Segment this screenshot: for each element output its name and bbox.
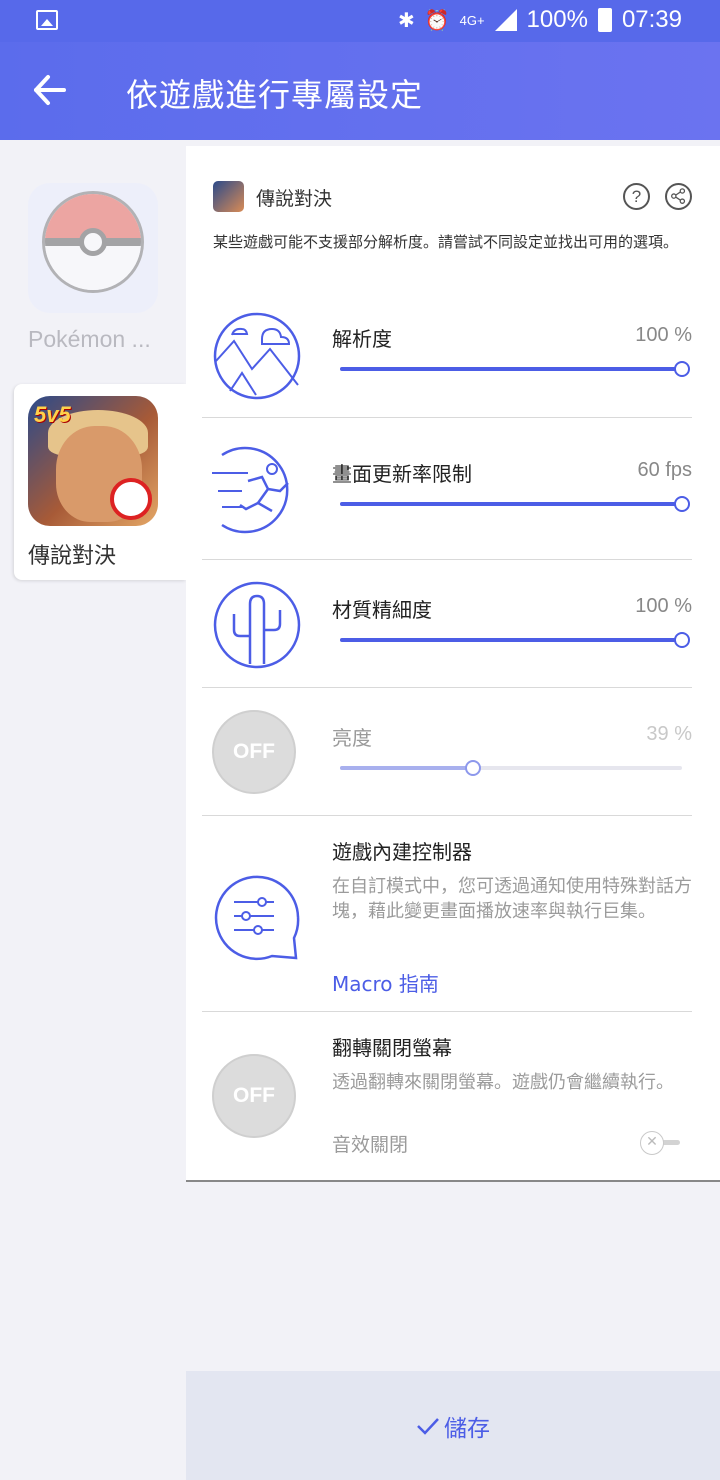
frame-rate-slider-thumb[interactable] <box>674 496 690 512</box>
toggle-off-x-icon: ✕ <box>640 1131 664 1155</box>
frame-rate-label: 畫面更新率限制 <box>332 462 472 486</box>
app-bar: 依遊戲進行專屬設定 <box>0 42 720 140</box>
checkmark-icon <box>417 1417 439 1435</box>
flip-screen-row: OFF 翻轉關閉螢幕 透過翻轉來關閉螢幕。遊戲仍會繼續執行。 音效關閉 ✕ <box>202 1012 692 1182</box>
macro-guide-link[interactable]: Macro 指南 <box>332 968 439 997</box>
game-header-name: 傳說對決 <box>256 188 333 210</box>
resolution-slider-thumb[interactable] <box>674 361 690 377</box>
brightness-off-icon: OFF <box>212 710 296 794</box>
resolution-value: 100 % <box>635 324 692 346</box>
texture-slider-fill <box>340 638 682 642</box>
battery-percent: 100% <box>526 6 588 33</box>
texture-slider-thumb[interactable] <box>674 632 690 648</box>
texture-row: 材質精細度 100 % <box>202 560 692 688</box>
controller-description: 在自訂模式中，您可透過通知使用特殊對話方塊，藉此變更畫面播放速率與執行巨集。 <box>332 876 692 922</box>
frame-rate-value: 60 fps <box>637 459 692 481</box>
network-label: 4G+ <box>459 12 485 28</box>
image-notification-icon <box>36 10 58 30</box>
compatibility-note: 某些遊戲可能不支援部分解析度。請嘗試不同設定並找出可用的選項。 <box>213 233 679 251</box>
frame-rate-slider[interactable] <box>340 496 690 512</box>
resolution-label: 解析度 <box>332 327 392 351</box>
pokemon-app-icon[interactable] <box>28 183 158 313</box>
status-bar: ✱ ⏰ 4G+ 100% 07:39 <box>0 0 720 42</box>
brightness-label: 亮度 <box>332 726 372 750</box>
brightness-value: 39 % <box>646 723 692 745</box>
sound-toggle[interactable]: ✕ <box>640 1130 682 1156</box>
flip-description: 透過翻轉來關閉螢幕。遊戲仍會繼續執行。 <box>332 1072 674 1093</box>
mountain-icon <box>213 312 301 400</box>
save-label: 儲存 <box>444 1415 490 1442</box>
brightness-row: OFF 亮度 39 % <box>202 688 692 816</box>
controller-row: 遊戲內建控制器 在自訂模式中，您可透過通知使用特殊對話方塊，藉此變更畫面播放速率… <box>202 816 692 1012</box>
brightness-slider-fill <box>340 766 474 770</box>
controller-settings-icon <box>214 875 300 961</box>
battery-icon <box>597 8 612 32</box>
texture-label: 材質精細度 <box>332 598 432 622</box>
clock: 07:39 <box>621 6 682 33</box>
signal-icon <box>494 9 517 31</box>
resolution-row: 解析度 100 % <box>202 296 692 418</box>
cactus-icon <box>213 581 301 669</box>
save-button[interactable]: 儲存 <box>416 1409 490 1443</box>
game-header-icon <box>213 181 244 212</box>
selected-game-card[interactable]: 5v5 傳說對決 <box>14 384 186 580</box>
brightness-slider[interactable] <box>340 760 682 776</box>
share-icon[interactable] <box>665 183 692 210</box>
help-icon[interactable]: ? <box>623 183 650 210</box>
aov-app-label: 傳說對決 <box>28 544 117 569</box>
aov-app-icon: 5v5 <box>28 396 158 526</box>
back-arrow-icon[interactable] <box>32 70 68 110</box>
brightness-slider-thumb[interactable] <box>465 760 482 776</box>
texture-value: 100 % <box>635 595 692 617</box>
frame-rate-row: 畫面更新率限制 60 fps <box>202 418 692 560</box>
status-icons: ✱ ⏰ 4G+ 100% 07:39 <box>398 6 682 34</box>
resolution-slider-fill <box>340 367 682 371</box>
alarm-icon: ⏰ <box>424 9 450 32</box>
runner-icon <box>212 446 289 534</box>
texture-slider[interactable] <box>340 632 690 648</box>
resolution-slider[interactable] <box>340 361 690 377</box>
frame-rate-slider-fill <box>340 502 682 506</box>
controller-label: 遊戲內建控制器 <box>332 840 472 864</box>
sound-off-label: 音效關閉 <box>332 1134 409 1156</box>
game-list: Pokémon ... 5v5 傳說對決 <box>0 140 186 1480</box>
pokemon-app-label[interactable]: Pokémon ... <box>28 326 151 353</box>
garena-logo-icon <box>110 478 152 520</box>
settings-panel: 傳說對決 ? 某些遊戲可能不支援部分解析度。請嘗試不同設定並找出可用的選項。 解… <box>186 146 720 1182</box>
save-bar: 儲存 <box>186 1371 720 1480</box>
page-title: 依遊戲進行專屬設定 <box>126 76 424 114</box>
flip-label: 翻轉關閉螢幕 <box>332 1036 452 1060</box>
pokeball-icon <box>42 191 144 293</box>
bluetooth-icon: ✱ <box>397 9 415 32</box>
flip-off-icon: OFF <box>212 1054 296 1138</box>
